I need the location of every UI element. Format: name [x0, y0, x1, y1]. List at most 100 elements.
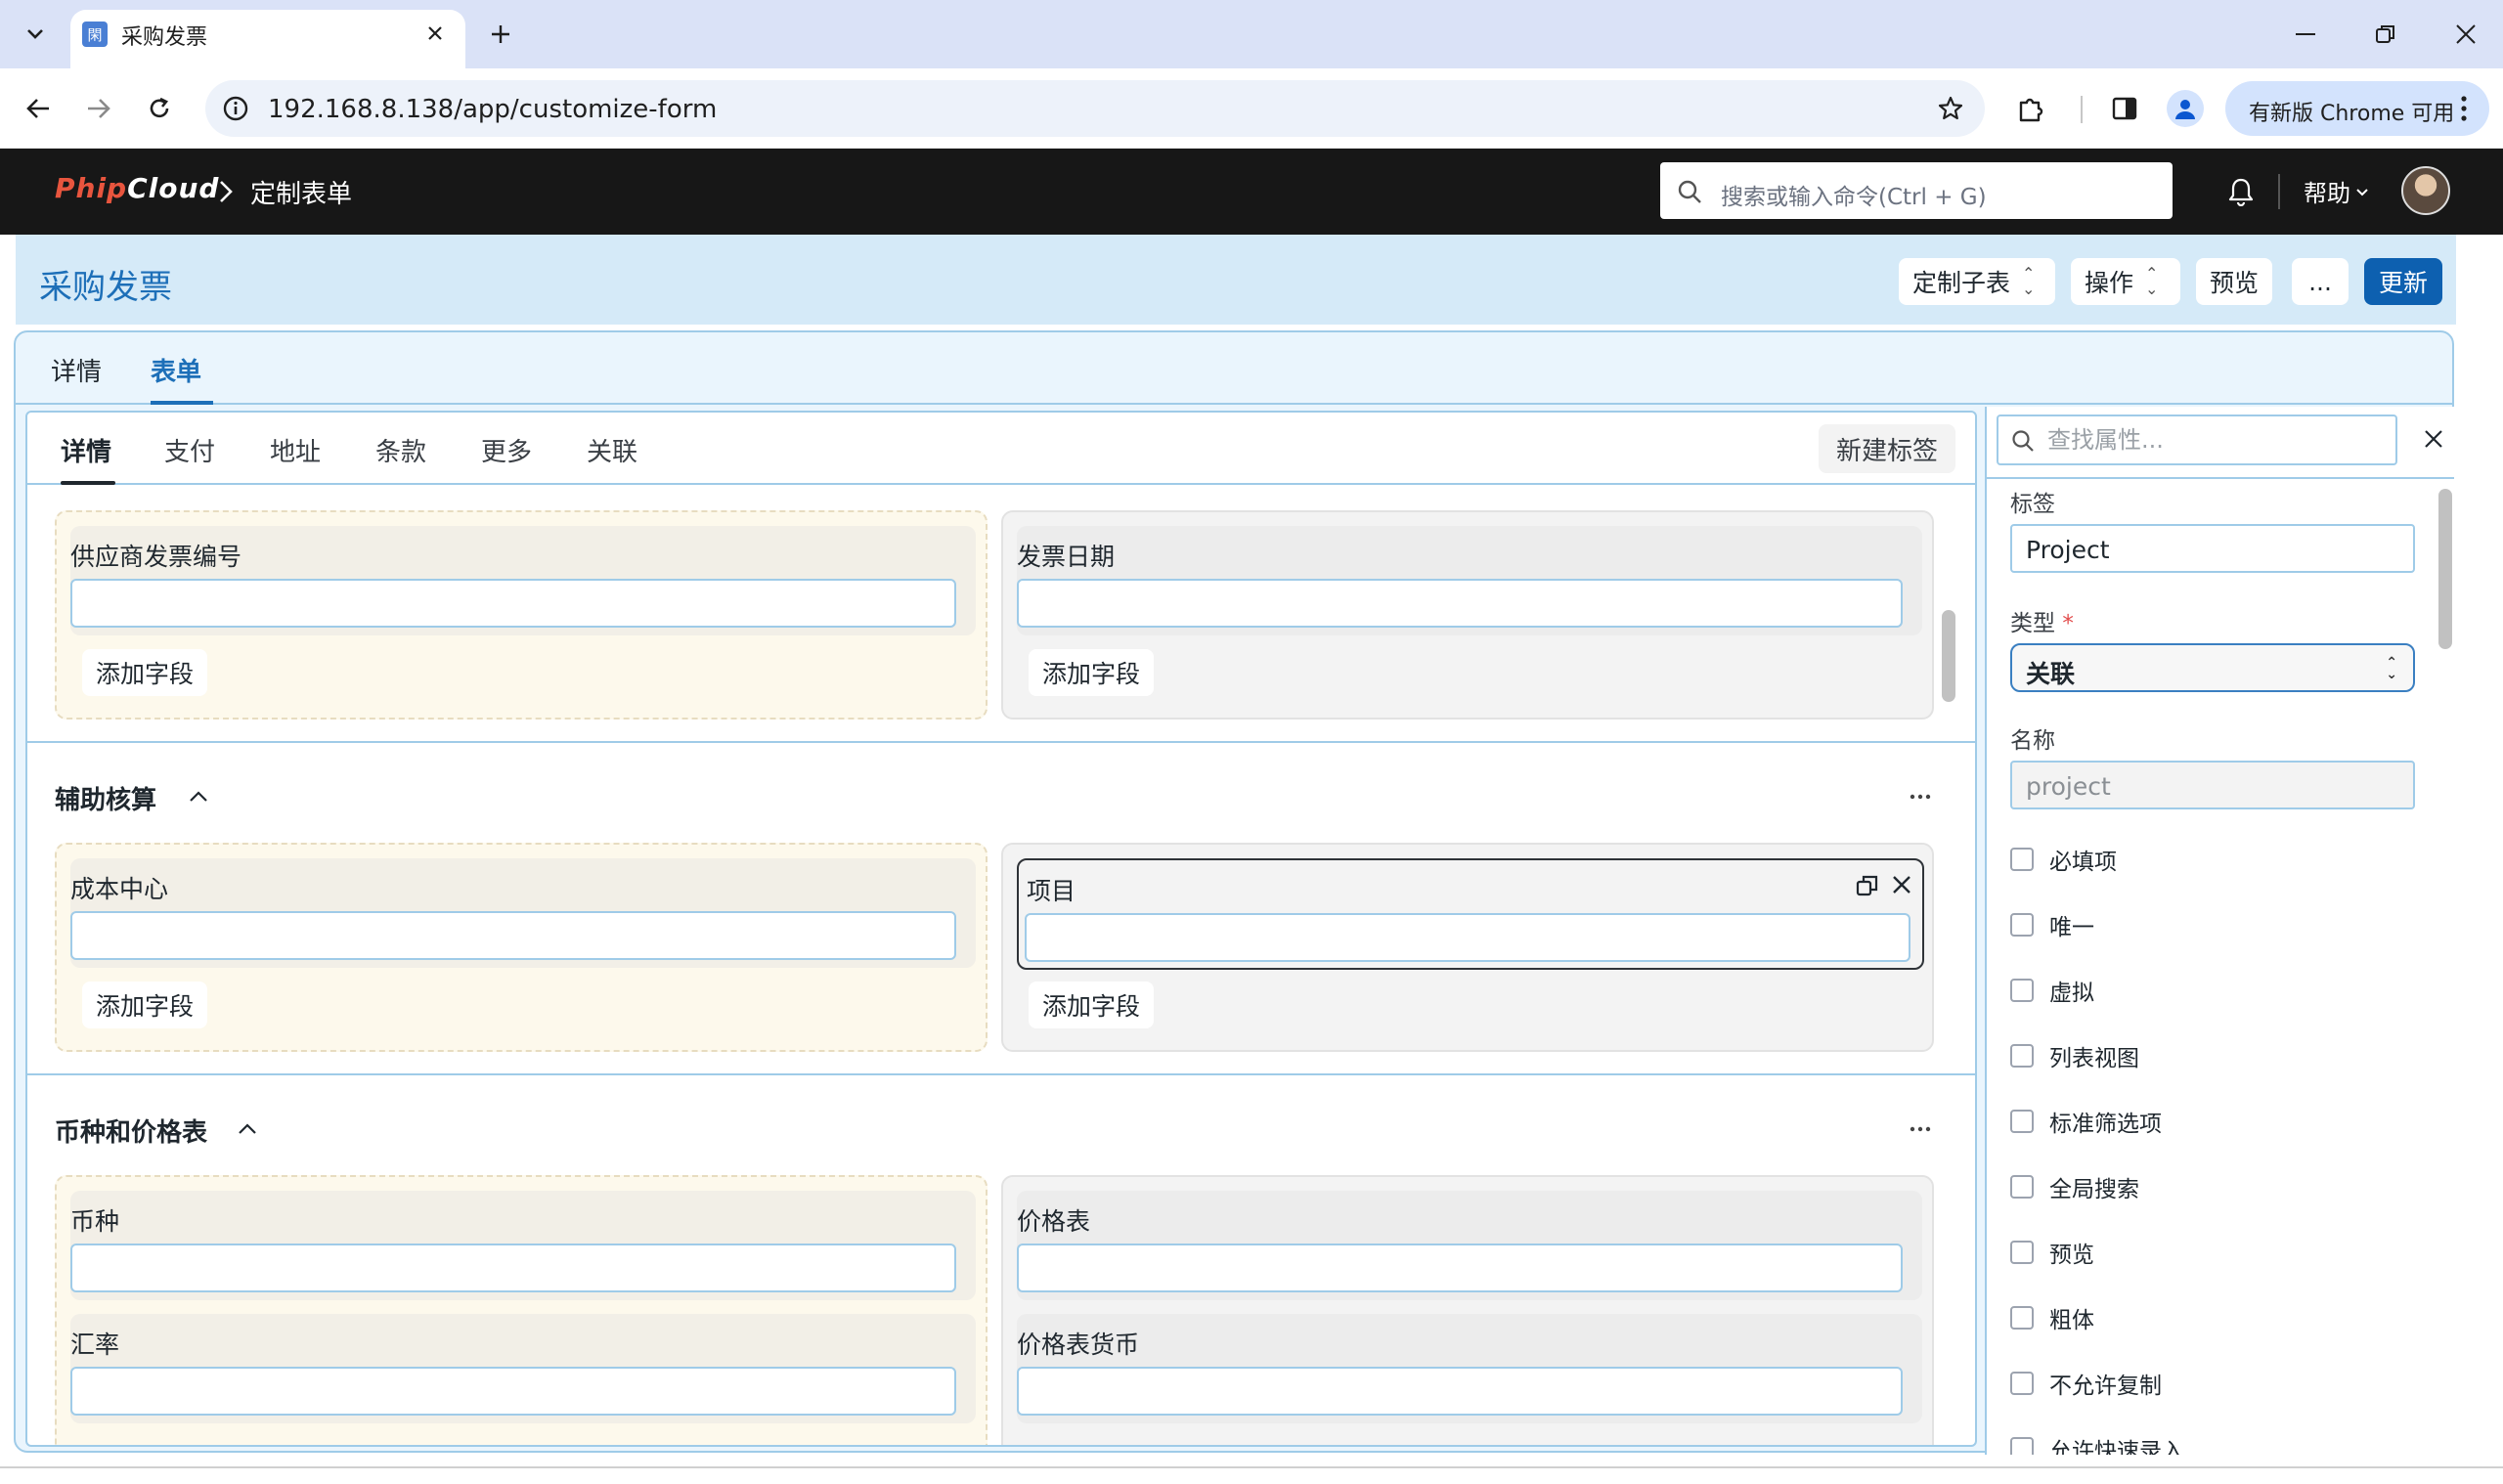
profile-button[interactable] [2167, 90, 2204, 127]
checkbox[interactable] [2010, 1241, 2034, 1264]
close-sidebar-button[interactable] [2417, 422, 2450, 456]
checkbox-no-copy[interactable]: 不允许复制 [2010, 1367, 2162, 1400]
type-title-text: 类型 [2010, 611, 2055, 636]
address-bar[interactable]: 192.168.8.138/app/customize-form [205, 80, 1985, 137]
preview-button[interactable]: 预览 [2196, 258, 2272, 305]
checkbox[interactable] [2010, 1175, 2034, 1199]
section-title[interactable]: 币种和价格表 [55, 1113, 207, 1149]
notifications-bell-icon[interactable] [2221, 172, 2261, 211]
reload-button[interactable] [137, 86, 182, 131]
chrome-update-button[interactable]: 有新版 Chrome 可用 [2225, 81, 2489, 136]
checkbox-virtual[interactable]: 虚拟 [2010, 974, 2094, 1007]
field-price-list[interactable]: 价格表 [1017, 1191, 1922, 1300]
close-window-button[interactable] [2437, 10, 2495, 59]
field-price-list-currency[interactable]: 价格表货币 [1017, 1314, 1922, 1423]
field-label: 发票日期 [1017, 543, 1116, 571]
chevron-up-icon[interactable] [184, 782, 213, 811]
field-project-selected[interactable]: 项目 [1017, 858, 1924, 970]
field-supplier-invoice-no[interactable]: 供应商发票编号 [70, 526, 976, 635]
field-input[interactable] [70, 1367, 956, 1416]
form-tab-more[interactable]: 更多 [481, 432, 532, 468]
section-title[interactable]: 辅助核算 [55, 780, 156, 816]
field-input[interactable] [1025, 913, 1910, 962]
section-menu-icon[interactable] [1903, 1114, 1938, 1144]
form-tab-address[interactable]: 地址 [270, 432, 321, 468]
add-field-button[interactable]: 添加字段 [82, 982, 208, 1028]
tab-close-button[interactable] [420, 16, 450, 51]
add-field-button[interactable]: 添加字段 [1029, 982, 1155, 1028]
customize-child-table-dropdown[interactable]: 定制子表 ⌃ ⌄ [1899, 258, 2055, 305]
update-button[interactable]: 更新 [2364, 258, 2442, 305]
sidebar-scrollbar[interactable] [2438, 489, 2452, 649]
checkbox[interactable] [2010, 1437, 2034, 1455]
form-scrollbar[interactable] [1942, 610, 1955, 702]
checkbox-bold[interactable]: 粗体 [2010, 1301, 2094, 1334]
site-info-icon[interactable] [217, 90, 254, 127]
checkbox[interactable] [2010, 979, 2034, 1002]
field-input[interactable] [70, 579, 956, 628]
checkbox-in-preview[interactable]: 预览 [2010, 1236, 2094, 1269]
url-text[interactable]: 192.168.8.138/app/customize-form [268, 95, 717, 124]
actions-dropdown[interactable]: 操作 ⌃ ⌄ [2071, 258, 2180, 305]
restore-button[interactable] [2356, 10, 2415, 59]
tab-form[interactable]: 表单 [151, 352, 201, 388]
field-input[interactable] [70, 1244, 956, 1292]
update-label: 有新版 Chrome 可用 [2249, 102, 2455, 126]
tab-details[interactable]: 详情 [51, 352, 102, 388]
bookmark-star-icon[interactable] [1932, 90, 1969, 127]
add-field-button[interactable]: 添加字段 [1029, 649, 1155, 696]
tab-search-button[interactable] [14, 14, 57, 55]
help-dropdown[interactable]: 帮助 [2304, 174, 2350, 208]
kebab-menu-icon[interactable] [2452, 91, 2476, 126]
checkbox-required[interactable]: 必填项 [2010, 843, 2117, 876]
close-icon[interactable] [1891, 874, 1912, 895]
checkbox-global-search[interactable]: 全局搜索 [2010, 1170, 2139, 1203]
field-input[interactable] [70, 911, 956, 960]
minimize-button[interactable] [2276, 10, 2335, 59]
checkbox-unique[interactable]: 唯一 [2010, 908, 2094, 941]
awesome-search-bar[interactable]: 搜索或输入命令(Ctrl + G) [1660, 162, 2173, 219]
field-input[interactable] [1017, 579, 1903, 628]
form-tab-details[interactable]: 详情 [61, 432, 111, 468]
section-menu-icon[interactable] [1903, 782, 1938, 811]
back-button[interactable] [16, 86, 61, 131]
checkbox-in-list-view[interactable]: 列表视图 [2010, 1039, 2139, 1072]
checkbox[interactable] [2010, 1372, 2034, 1395]
label-input[interactable]: Project [2010, 524, 2415, 573]
field-exchange-rate[interactable]: 汇率 [70, 1314, 976, 1423]
field-invoice-date[interactable]: 发票日期 [1017, 526, 1922, 635]
form-tab-terms[interactable]: 条款 [375, 432, 426, 468]
checkbox[interactable] [2010, 1110, 2034, 1133]
property-search-input[interactable] [2047, 424, 2380, 456]
checkbox[interactable] [2010, 848, 2034, 871]
checkbox[interactable] [2010, 1306, 2034, 1330]
field-input[interactable] [1017, 1367, 1903, 1416]
property-search[interactable] [1997, 415, 2397, 465]
page-bottom-edge [0, 1466, 2503, 1484]
checkbox-allow-quick-entry[interactable]: 允许快速录入 [2010, 1432, 2184, 1455]
form-tab-links[interactable]: 关联 [587, 432, 637, 468]
checkbox-standard-filter[interactable]: 标准筛选项 [2010, 1105, 2162, 1138]
search-placeholder: 搜索或输入命令(Ctrl + G) [1721, 185, 1987, 210]
avatar[interactable] [2401, 166, 2450, 215]
chevron-right-icon [211, 174, 241, 209]
form-tab-payment[interactable]: 支付 [164, 432, 215, 468]
duplicate-icon[interactable] [1856, 874, 1879, 897]
extensions-button[interactable] [2008, 86, 2053, 131]
new-tab-button[interactable]: 新建标签 [1818, 424, 1955, 473]
chevron-up-icon[interactable] [233, 1114, 262, 1144]
checkbox-label: 不允许复制 [2049, 1374, 2162, 1399]
breadcrumb[interactable]: 定制表单 [250, 174, 352, 210]
app-logo[interactable]: PhipCloud [55, 172, 219, 204]
field-input[interactable] [1017, 1244, 1903, 1292]
type-select[interactable]: 关联 ⌃ ⌄ [2010, 643, 2415, 692]
field-currency[interactable]: 币种 [70, 1191, 976, 1300]
more-button[interactable]: ... [2292, 258, 2349, 305]
forward-button[interactable] [76, 86, 121, 131]
new-tab-button[interactable] [479, 14, 522, 55]
checkbox[interactable] [2010, 1044, 2034, 1068]
field-cost-center[interactable]: 成本中心 [70, 858, 976, 968]
add-field-button[interactable]: 添加字段 [82, 649, 208, 696]
side-panel-button[interactable] [2102, 86, 2147, 131]
checkbox[interactable] [2010, 913, 2034, 937]
